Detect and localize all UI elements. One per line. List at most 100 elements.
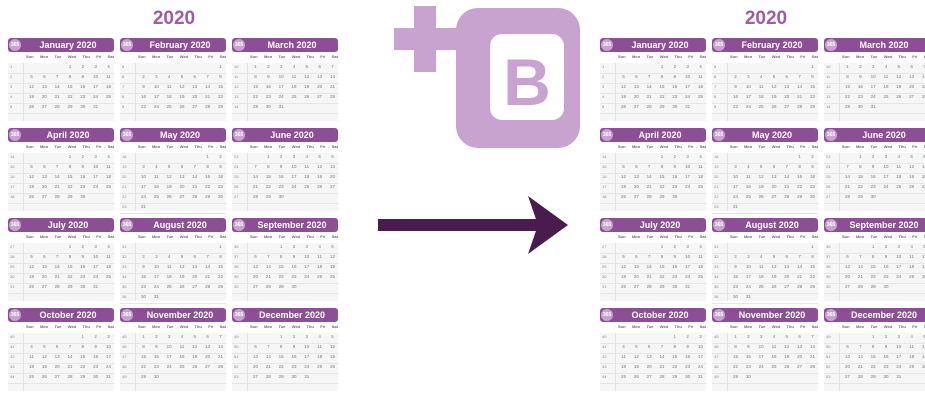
day-cell: 11 [166,84,172,89]
day-cell [893,194,904,202]
week-days: 17 18 19 20 21 22 23 [730,184,818,192]
day-cell: 2 [267,64,270,69]
week-days: 1 [730,244,818,252]
day-cell: 12 [28,174,34,179]
day-cell: 7 [267,344,270,349]
day-cell: 12 [179,84,185,89]
weekday-label: Tue [54,144,62,149]
day-cell [151,64,162,72]
week-days: 22 23 24 25 26 27 28 [730,364,818,372]
week-days: 4 5 6 7 8 9 10 [26,344,114,352]
day-cell: 6 [206,334,209,339]
day-cell: 3 [699,334,702,339]
weekday-label: Sat [331,144,338,149]
day-cell: 24 [153,104,159,109]
week-number: 5 [122,64,125,69]
day-cell [618,334,629,342]
day-cell: 2 [673,64,677,69]
day-cell [730,64,741,72]
day-cell: 30 [732,294,738,299]
day-cell: 14 [646,264,652,269]
week-number: 28 [602,254,607,259]
day-cell: 12 [179,264,185,269]
day-cell: 21 [809,354,815,359]
day-cell: 8 [219,74,222,79]
day-cell: 14 [265,354,271,359]
day-cell: 1 [142,334,145,339]
weekday-label: Sat [219,324,226,329]
day-cell: 20 [41,184,47,189]
day-cell [288,104,299,112]
day-cell [189,294,200,302]
calendar-year: 2020 [152,8,196,29]
week-days: 27 28 29 30 31 [250,374,338,382]
week-number: 31 [122,244,127,249]
day-cell: 15 [265,174,271,179]
week-number: 37 [234,254,239,259]
week-days: 5 6 7 8 9 10 11 [26,74,114,82]
day-cell: 8 [254,74,257,79]
day-cell: 1 [811,64,814,69]
day-cell: 16 [80,84,86,89]
day-cell: 8 [206,164,209,169]
day-cell: 29 [140,374,146,379]
day-cell: 25 [697,94,703,99]
week-row: 5 26 27 28 29 30 31 [8,103,114,114]
week-number: 4 [602,94,605,99]
weekday-label: Thu [674,324,682,329]
day-cell: 1 [279,244,283,249]
day-cell: 13 [252,354,258,359]
day-cell: 30 [883,284,889,289]
day-cell: 8 [68,74,72,79]
week-days: 29 30 31 [842,104,925,112]
weekday-label: Wed [883,324,893,329]
day-cell [250,154,261,162]
day-cell: 23 [291,364,297,369]
weekday-label: Tue [758,54,766,59]
day-cell: 6 [647,344,651,349]
day-cell: 29 [265,194,271,199]
weekday-label: Mon [263,54,273,59]
weekday-label: Fri [208,234,214,239]
week-days: 1 2 3 [618,334,706,342]
day-cell: 6 [923,154,925,159]
day-cell: 23 [672,274,678,279]
day-cell: 13 [646,354,652,359]
weekday-label: Thu [674,234,682,239]
calendar-365-badge-icon: 365 [825,39,837,51]
day-cell: 21 [844,184,850,189]
weekday-label: Mon [151,144,161,149]
day-cell [842,244,853,252]
day-cell: 20 [192,274,198,279]
day-cell: 6 [785,254,789,259]
day-cell: 29 [809,104,815,109]
week-days: 11 12 13 14 15 16 17 [26,354,114,362]
week-days: 31 [730,204,818,212]
day-cell [618,154,629,162]
arrow-head [528,196,568,254]
day-cell: 24 [166,364,172,369]
week-days: 1 [730,64,818,72]
day-cell: 20 [41,94,47,99]
day-cell: 2 [279,154,283,159]
day-cell: 24 [685,274,691,279]
day-cell: 22 [278,274,284,279]
day-cell: 21 [67,364,73,369]
week-days: 29 30 [730,374,818,382]
week-number: 3 [602,84,605,89]
weekday-label: Tue [278,234,286,239]
day-cell [151,204,162,212]
day-cell: 28 [921,94,925,99]
day-cell: 11 [317,344,322,349]
day-cell: 28 [205,104,211,109]
weekday-label: Fri [800,234,806,239]
day-cell [52,64,63,72]
week-number: 31 [10,284,15,289]
weekday-label: Wed [291,234,301,239]
day-cell [842,334,853,342]
calendar-365-badge-icon: 365 [825,309,837,321]
day-cell: 7 [785,164,789,169]
week-days: 30 31 [730,294,818,302]
week-number: 40 [602,334,607,339]
month-header: 365 January 2020 [600,38,706,52]
